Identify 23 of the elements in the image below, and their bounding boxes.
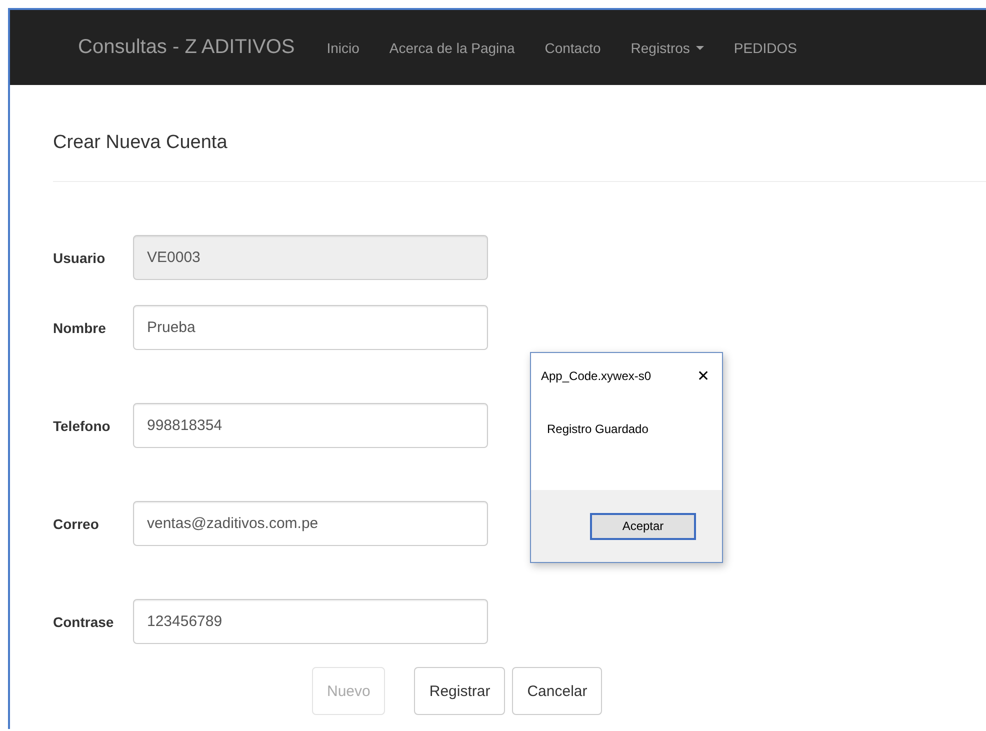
nav-link[interactable]: PEDIDOS — [734, 40, 797, 56]
form-button[interactable]: Registrar — [414, 667, 506, 715]
accept-button[interactable]: Aceptar — [590, 512, 696, 540]
field-label: Nombre — [53, 320, 107, 336]
caret-icon — [696, 46, 704, 50]
form-button[interactable]: Cancelar — [512, 667, 602, 715]
input-field[interactable]: 998818354 — [133, 403, 488, 448]
close-button[interactable]: ✕ — [697, 367, 710, 385]
nav-link[interactable]: Contacto — [544, 40, 601, 56]
input-field[interactable]: 123456789 — [133, 599, 488, 644]
input-field[interactable]: ventas@zaditivos.com.pe — [133, 501, 488, 546]
dialog-message: Registro Guardado — [547, 422, 648, 436]
nav-link[interactable]: Acerca de la Pagina — [389, 40, 515, 56]
input-field[interactable]: Prueba — [133, 305, 488, 350]
field-label: Usuario — [53, 250, 106, 266]
brand-link[interactable]: Consultas - Z ADITIVOS — [78, 36, 295, 59]
nav-link[interactable]: Inicio — [326, 40, 360, 56]
field-label: Contrase — [53, 614, 115, 630]
page-title: Crear Nueva Cuenta — [53, 131, 228, 155]
field-label: Correo — [53, 516, 100, 532]
dialog-title: App_Code.xywex-s0 — [541, 369, 652, 383]
field-label: Telefono — [53, 418, 112, 434]
nav-dropdown[interactable]: Registros — [630, 40, 704, 56]
